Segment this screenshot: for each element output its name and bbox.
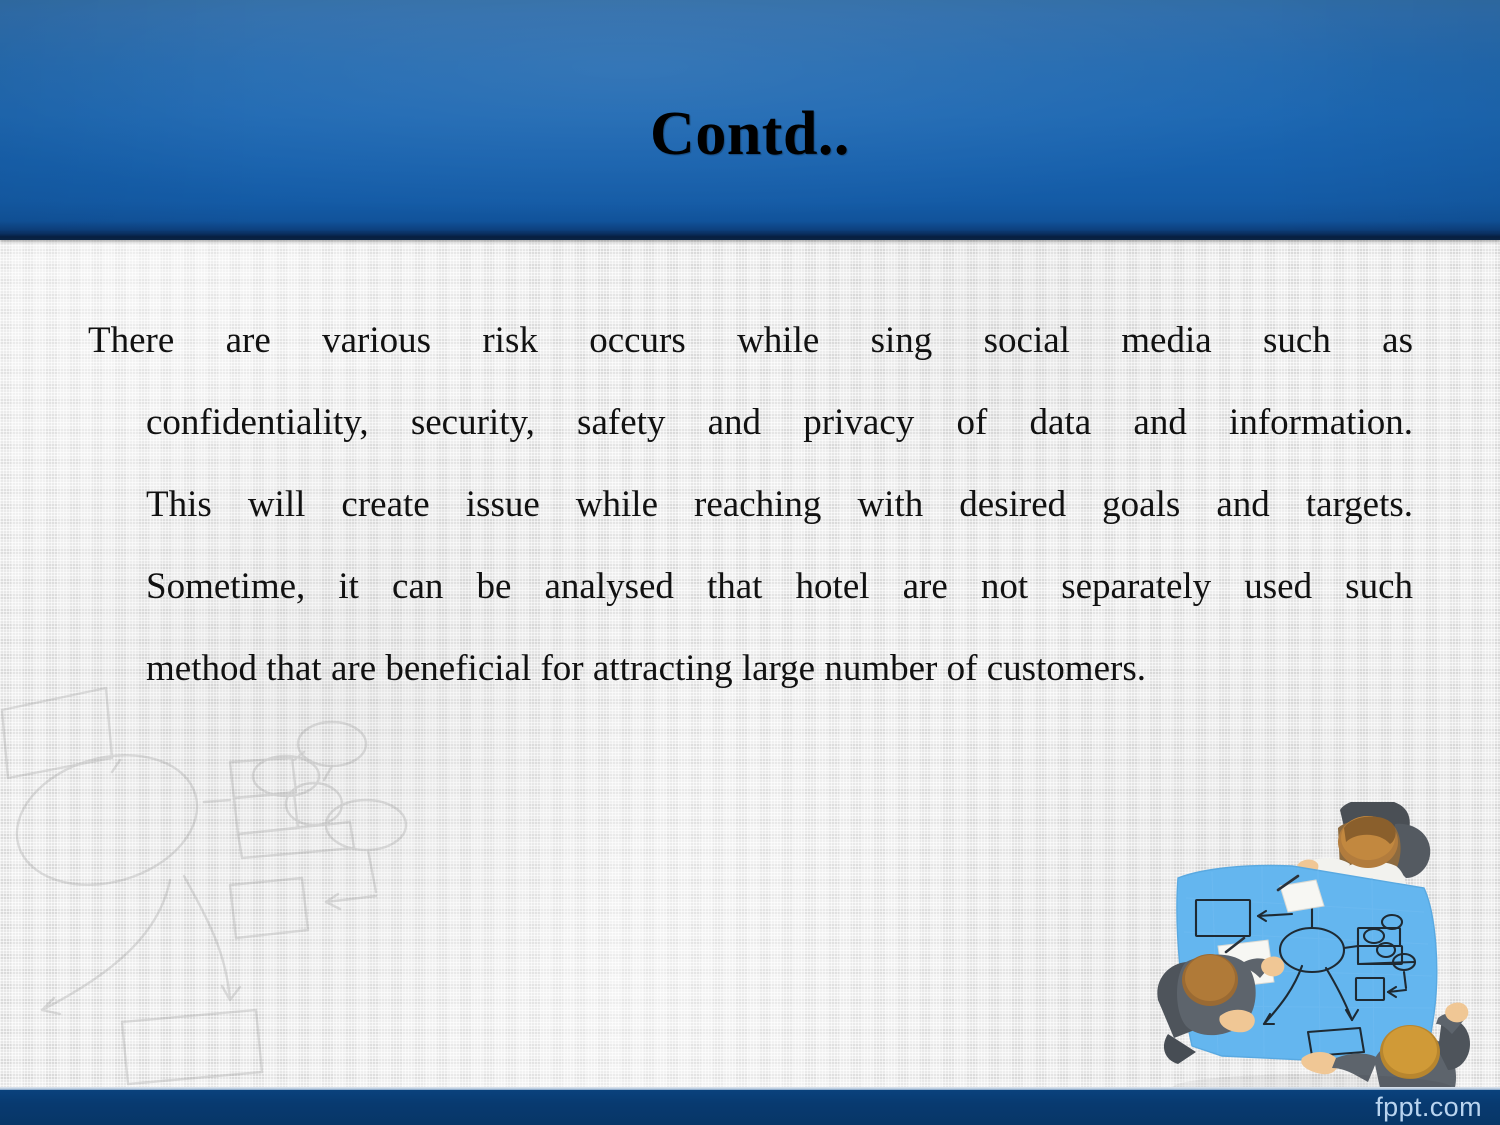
header-bottom-edge <box>0 230 1500 240</box>
body-line: Sometime, it can be analysed that hotel … <box>146 566 1413 607</box>
page-title: Contd.. <box>650 100 850 168</box>
body-line: There are various risk occurs while sing… <box>88 320 1413 361</box>
team-meeting-illustration <box>1157 802 1470 1097</box>
footer-watermark: fppt.com <box>1375 1092 1482 1122</box>
body-line: This will create issue while reaching wi… <box>146 484 1413 525</box>
slide-body-text: There are various risk occurs while sing… <box>88 300 1413 710</box>
body-line: method that are beneficial for attractin… <box>146 648 1146 689</box>
presentation-slide: Contd.. There are various risk occurs wh… <box>0 0 1500 1125</box>
body-line: confidentiality, security, safety and pr… <box>146 402 1413 443</box>
slide-footer-band: fppt.com <box>0 1090 1500 1125</box>
